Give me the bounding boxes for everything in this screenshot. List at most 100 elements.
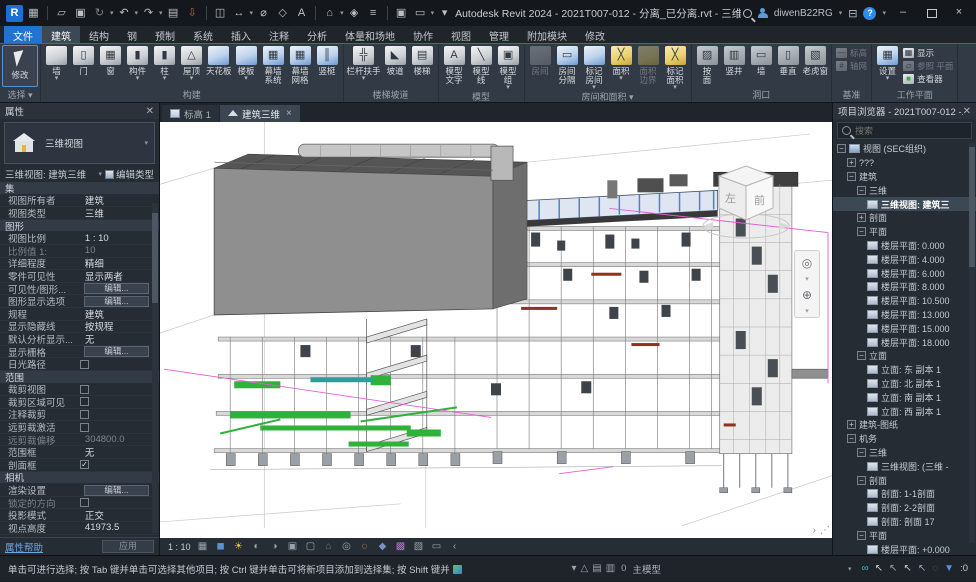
ribbon-button-模型组[interactable]: ▣模型 组▾ xyxy=(495,45,522,91)
redo-icon-caret[interactable]: ▾ xyxy=(159,9,163,17)
collapse-icon[interactable]: − xyxy=(837,144,846,153)
tree-item-视图SEC组织[interactable]: −视图 (SEC组织) xyxy=(833,142,976,156)
ribbon-tab-建筑[interactable]: 建筑 xyxy=(42,26,80,43)
qat-customize-icon[interactable]: ▾ xyxy=(436,5,453,22)
property-checkbox[interactable] xyxy=(80,385,89,394)
collapse-icon[interactable]: − xyxy=(857,531,866,540)
viewcube-front-face[interactable]: 前 xyxy=(754,193,765,207)
user-menu-caret-icon[interactable]: ▾ xyxy=(839,9,843,17)
view-tab-建筑三维[interactable]: 建筑三维× xyxy=(220,105,300,122)
ribbon-button-幕墙系统[interactable]: ▦幕墙 系统 xyxy=(260,45,287,85)
ribbon-tab-体量和场地[interactable]: 体量和场地 xyxy=(336,26,404,43)
displacement-icon[interactable]: ▧ xyxy=(413,541,425,552)
ribbon-button-查看器[interactable]: ■查看器 xyxy=(903,73,953,84)
ribbon-button-设置[interactable]: ▦设置▾ xyxy=(874,45,901,82)
tree-item-机务[interactable]: −机务 xyxy=(833,432,976,446)
open-icon[interactable]: ▱ xyxy=(53,5,70,22)
tree-item-建筑[interactable]: −建筑 xyxy=(833,170,976,184)
tree-item-楼层平面15000[interactable]: 楼层平面: 15.000 xyxy=(833,321,976,335)
ribbon-tab-修改[interactable]: 修改 xyxy=(576,26,614,43)
property-value[interactable]: 三维 xyxy=(85,206,149,220)
type-selector-caret-icon[interactable]: ▾ xyxy=(144,139,148,147)
edit-button[interactable]: 编辑... xyxy=(84,283,149,294)
tree-item-三维[interactable]: −三维 xyxy=(833,446,976,460)
select-pinned-icon[interactable]: ↖ xyxy=(903,563,911,574)
tree-item-立面北副本1[interactable]: 立面: 北 副本 1 xyxy=(833,377,976,391)
tree-item-楼层平面18000[interactable]: 楼层平面: 18.000 xyxy=(833,335,976,349)
undo-icon-caret[interactable]: ▾ xyxy=(135,9,139,17)
sync-with-central-icon[interactable]: ↻ xyxy=(91,5,108,22)
properties-scrollbar[interactable] xyxy=(152,203,158,533)
ribbon-button-幕墙网格[interactable]: ▦幕墙 网格 xyxy=(287,45,314,85)
view-tab-标高1[interactable]: 标高 1 xyxy=(162,105,219,122)
close-button[interactable]: × xyxy=(948,4,970,22)
modify-button[interactable]: 修改 xyxy=(2,45,38,87)
switch-windows-icon-caret[interactable]: ▾ xyxy=(431,9,435,17)
design-options-icon[interactable]: ▥ xyxy=(606,563,615,574)
property-value[interactable]: 无 xyxy=(85,332,149,346)
panel-label-房间和面积[interactable]: 房间和面积 ▾ xyxy=(525,91,691,103)
ribbon-button-竖梃[interactable]: ║竖梃 xyxy=(314,45,341,76)
expand-chevron-icon[interactable]: ▾ xyxy=(572,563,577,574)
properties-help-link[interactable]: 属性帮助 xyxy=(5,540,43,554)
property-value[interactable]: 1 : 10 xyxy=(85,233,149,244)
browser-close-icon[interactable]: ✕ xyxy=(963,106,971,117)
visual-style-icon[interactable]: ◼ xyxy=(215,541,227,552)
collapse-icon[interactable]: ‹ xyxy=(449,541,461,552)
save-icon[interactable]: ▣ xyxy=(72,5,89,22)
ribbon-button-楼板[interactable]: 楼板▾ xyxy=(233,45,260,82)
sync-with-central-icon-caret[interactable]: ▾ xyxy=(110,9,114,17)
tree-item-[interactable]: +??? xyxy=(833,156,976,170)
ribbon-tab-分析[interactable]: 分析 xyxy=(298,26,336,43)
ribbon-tab-协作[interactable]: 协作 xyxy=(404,26,442,43)
view-scale[interactable]: 1 : 10 xyxy=(168,542,191,552)
search-icon[interactable] xyxy=(743,9,752,18)
drag-elements-icon[interactable]: ↖ xyxy=(918,563,926,574)
aligned-dimension-icon[interactable]: ⌀ xyxy=(255,5,272,22)
tree-item-剖面[interactable]: +剖面 xyxy=(833,211,976,225)
view-cube[interactable]: 左 前 xyxy=(700,158,792,244)
ribbon-button-坡道[interactable]: ◣坡道 xyxy=(382,45,409,76)
tree-item-立面西副本1[interactable]: 立面: 西 副本 1 xyxy=(833,404,976,418)
property-checkbox[interactable] xyxy=(80,423,89,432)
help-menu-caret-icon[interactable]: ▾ xyxy=(882,9,886,17)
ribbon-button-门[interactable]: ▯门 xyxy=(70,45,97,76)
tree-item-楼层平面6000[interactable]: 楼层平面: 6.000 xyxy=(833,266,976,280)
property-checkbox[interactable] xyxy=(80,498,89,507)
tree-item-楼层平面4000[interactable]: 楼层平面: 4.000 xyxy=(833,252,976,266)
minimize-button[interactable]: – xyxy=(892,4,914,22)
ribbon-button-显示[interactable]: ▦显示 xyxy=(903,47,953,58)
select-links-icon[interactable]: ↖ xyxy=(875,563,883,574)
ribbon-button-楼梯[interactable]: ▤楼梯 xyxy=(409,45,436,76)
restore-button[interactable] xyxy=(920,4,942,22)
ribbon-button-老虎窗[interactable]: ▧老虎窗 xyxy=(802,45,830,76)
ribbon-button-模型文字[interactable]: A模型 文字 xyxy=(441,45,468,85)
collapse-icon[interactable]: − xyxy=(857,351,866,360)
workset-list-icon[interactable]: ▤ xyxy=(592,563,601,574)
copy-icon[interactable]: ▣ xyxy=(393,5,410,22)
browser-scrollbar[interactable] xyxy=(969,143,975,543)
property-value[interactable]: 无 xyxy=(85,445,149,459)
press-drag-icon[interactable]: ◌ xyxy=(932,563,938,574)
tag-icon[interactable]: ◇ xyxy=(274,5,291,22)
ribbon-button-屋顶[interactable]: △屋顶▾ xyxy=(178,45,205,82)
collapse-icon[interactable]: − xyxy=(857,448,866,457)
signed-in-user[interactable]: diwenB22RG xyxy=(774,8,833,19)
zoom-icon[interactable]: ⊕ xyxy=(797,285,817,305)
filter-count[interactable]: :0 xyxy=(960,563,968,574)
navbar-caret-icon[interactable]: ▾ xyxy=(805,275,809,283)
tree-item-立面[interactable]: −立面 xyxy=(833,349,976,363)
property-value[interactable]: 41973.5 xyxy=(85,522,149,533)
resize-grip[interactable]: ⋰ xyxy=(820,525,830,536)
zoom-caret-icon[interactable]: ▾ xyxy=(805,307,809,315)
ribbon-button-墙[interactable]: ▭墙 xyxy=(748,45,775,76)
ribbon-button-按面[interactable]: ▨按 面 xyxy=(694,45,721,85)
ribbon-button-柱[interactable]: ▮柱▾ xyxy=(151,45,178,82)
viewcube-left-face[interactable]: 左 xyxy=(725,192,736,205)
instance-caret-icon[interactable]: ▾ xyxy=(98,170,102,178)
edit-button[interactable]: 编辑... xyxy=(84,346,149,357)
tree-item-建筑-图纸[interactable]: +建筑-图纸 xyxy=(833,418,976,432)
selection-box-icon[interactable]: ▭ xyxy=(431,541,443,552)
active-workset-icon[interactable]: △ xyxy=(581,563,589,574)
measure-icon[interactable]: ↔ xyxy=(231,5,248,22)
